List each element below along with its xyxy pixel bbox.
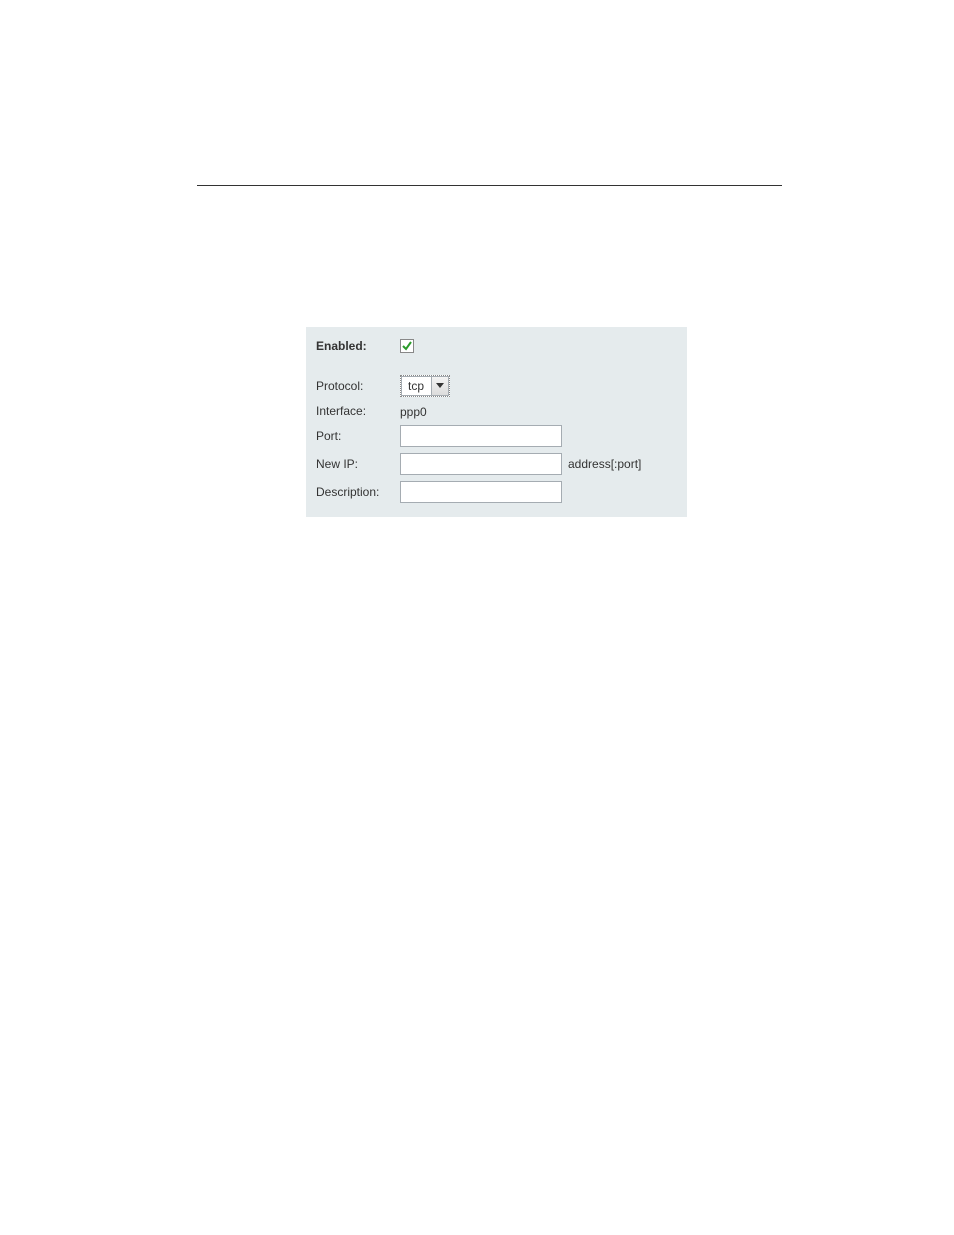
row-protocol: Protocol: tcp: [316, 375, 677, 397]
config-panel: Enabled: Protocol: tcp Interface: ppp0: [306, 327, 687, 517]
row-enabled: Enabled:: [316, 339, 677, 353]
description-label: Description:: [316, 485, 400, 499]
newip-suffix: address[:port]: [568, 457, 641, 471]
description-input[interactable]: [400, 481, 562, 503]
chevron-down-icon: [431, 376, 449, 396]
interface-label: Interface:: [316, 404, 400, 418]
port-input[interactable]: [400, 425, 562, 447]
row-description: Description:: [316, 481, 677, 503]
row-newip: New IP: address[:port]: [316, 453, 677, 475]
interface-value: ppp0: [400, 403, 427, 419]
enabled-label: Enabled:: [316, 339, 400, 353]
newip-input[interactable]: [400, 453, 562, 475]
port-label: Port:: [316, 429, 400, 443]
row-port: Port:: [316, 425, 677, 447]
protocol-select-value: tcp: [401, 376, 431, 396]
protocol-label: Protocol:: [316, 379, 400, 393]
enabled-checkbox[interactable]: [400, 339, 414, 353]
protocol-select[interactable]: tcp: [400, 375, 450, 397]
row-interface: Interface: ppp0: [316, 403, 677, 419]
newip-label: New IP:: [316, 457, 400, 471]
check-icon: [402, 341, 412, 351]
divider-line: [197, 185, 782, 186]
